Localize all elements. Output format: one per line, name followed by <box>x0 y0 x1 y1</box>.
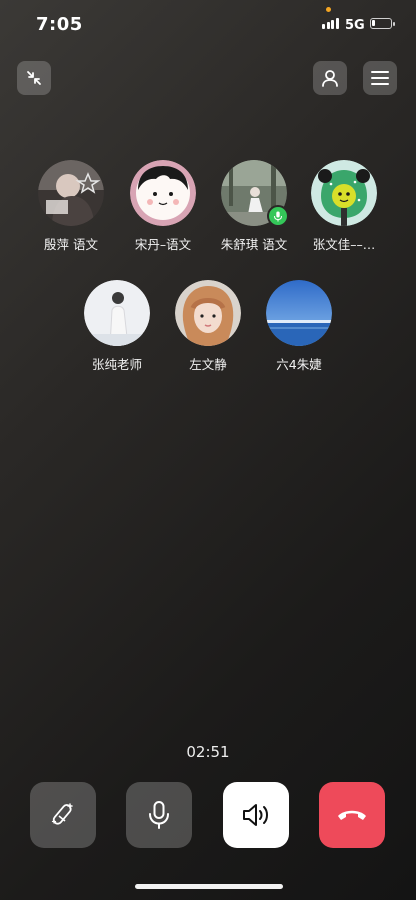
speaker-button[interactable] <box>223 782 289 848</box>
participant-tile[interactable]: 殷萍 语文 <box>26 160 116 253</box>
microphone-icon <box>274 211 282 221</box>
participant-name: 殷萍 语文 <box>44 237 98 252</box>
hang-up-button[interactable] <box>319 782 385 848</box>
battery-level-fill <box>372 20 375 26</box>
photo-avatar-icon <box>38 160 104 226</box>
hang-up-icon <box>338 810 366 820</box>
avatar <box>130 160 196 226</box>
call-duration: 02:51 <box>186 743 230 761</box>
avatar <box>38 160 104 226</box>
person-icon <box>322 70 338 87</box>
photo-avatar-icon <box>84 280 150 346</box>
minimize-arrows-icon <box>27 71 41 85</box>
participant-tile[interactable]: 宋丹–语文 <box>118 160 208 253</box>
participants-button[interactable] <box>313 61 347 95</box>
speaking-mic-badge <box>267 205 289 227</box>
participant-name: 朱舒琪 语文 <box>220 237 288 252</box>
avatar <box>84 280 150 346</box>
home-indicator[interactable] <box>135 884 283 889</box>
effects-button[interactable] <box>30 782 96 848</box>
avatar <box>221 160 289 227</box>
status-bar: 7:05 5G <box>0 0 416 50</box>
participant-tile[interactable]: 张纯老师 <box>72 280 162 373</box>
microphone-icon <box>149 801 169 829</box>
speaker-icon <box>243 804 268 826</box>
menu-button[interactable] <box>363 61 397 95</box>
participant-tile[interactable]: 左文静 <box>163 280 253 373</box>
sky-sea-avatar-icon <box>266 280 332 346</box>
participant-name: 张文佳––… <box>312 237 376 252</box>
avatar <box>311 160 377 226</box>
cartoon-girl-avatar-icon <box>130 160 196 226</box>
participant-name: 六4朱婕 <box>276 357 322 372</box>
participant-name: 张纯老师 <box>91 357 142 372</box>
participant-tile[interactable]: 六4朱婕 <box>254 280 344 373</box>
participant-tile[interactable]: 朱舒琪 语文 <box>209 160 299 253</box>
privacy-indicator-dot <box>326 7 331 12</box>
participant-name: 宋丹–语文 <box>134 237 192 252</box>
status-time: 7:05 <box>36 14 83 35</box>
avatar <box>266 280 332 346</box>
battery-icon <box>370 18 395 29</box>
participant-tile[interactable]: 张文佳––… <box>299 160 389 253</box>
minimize-button[interactable] <box>17 61 51 95</box>
photo-avatar-icon <box>175 280 241 346</box>
cartoon-panda-avatar-icon <box>311 160 377 226</box>
hamburger-menu-icon <box>371 71 389 85</box>
magic-wand-icon <box>51 803 73 825</box>
network-type: 5G <box>345 18 365 33</box>
avatar <box>175 280 241 346</box>
mute-button[interactable] <box>126 782 192 848</box>
signal-strength-icon <box>322 18 339 29</box>
participant-name: 左文静 <box>189 357 227 372</box>
